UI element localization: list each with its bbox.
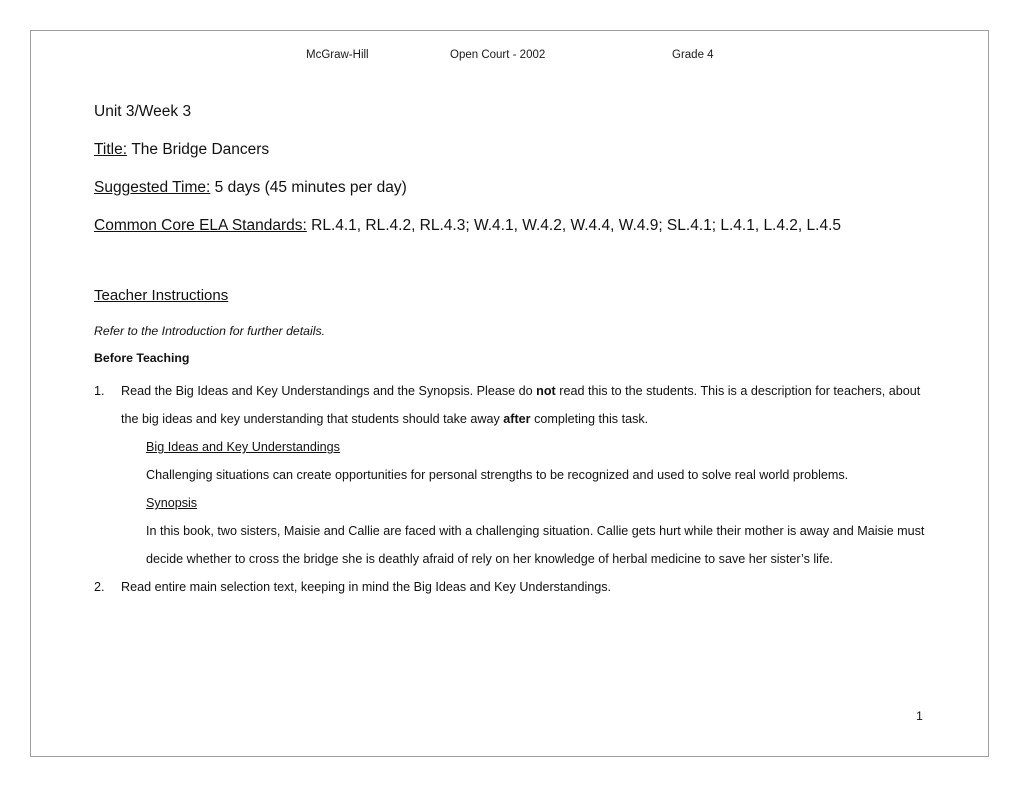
big-ideas-text: Challenging situations can create opport… xyxy=(146,468,849,482)
big-ideas-label: Big Ideas and Key Understandings xyxy=(146,440,340,454)
header-program: Open Court - 2002 xyxy=(450,49,546,61)
step-bold-after: after xyxy=(503,412,531,426)
standards-value: RL.4.1, RL.4.2, RL.4.3; W.4.1, W.4.2, W.… xyxy=(311,217,842,234)
synopsis-text: In this book, two sisters, Maisie and Ca… xyxy=(146,524,925,566)
list-item: 1. Read the Big Ideas and Key Understand… xyxy=(94,377,929,573)
step-number: 2. xyxy=(94,580,105,594)
before-teaching-label: Before Teaching xyxy=(94,351,190,365)
step-bold-not: not xyxy=(536,384,556,398)
suggested-time-line: Suggested Time: 5 days (45 minutes per d… xyxy=(94,169,929,207)
header-grade: Grade 4 xyxy=(672,49,714,61)
title-value: The Bridge Dancers xyxy=(131,141,270,158)
refer-note: Refer to the Introduction for further de… xyxy=(94,324,326,338)
unit-week-line: Unit 3/Week 3 xyxy=(94,93,929,131)
document-page: McGraw-Hill Open Court - 2002 Grade 4 Un… xyxy=(30,30,989,757)
unit-week-text: Unit 3/Week 3 xyxy=(94,103,192,120)
synopsis-label: Synopsis xyxy=(146,496,198,510)
step-text: Read entire main selection text, keeping… xyxy=(121,580,612,594)
step-text-part-3: completing this task. xyxy=(530,412,649,426)
step-number: 1. xyxy=(94,384,105,398)
title-line: Title: The Bridge Dancers xyxy=(94,131,929,169)
suggested-time-label: Suggested Time: xyxy=(94,179,211,196)
step-text-part-1: Read the Big Ideas and Key Understanding… xyxy=(121,384,537,398)
list-item: 2. Read entire main selection text, keep… xyxy=(94,573,929,601)
step-text: Read the Big Ideas and Key Understanding… xyxy=(121,377,929,433)
document-body: Unit 3/Week 3 Title: The Bridge Dancers … xyxy=(94,93,929,601)
header-publisher: McGraw-Hill xyxy=(306,49,369,61)
standards-line: Common Core ELA Standards: RL.4.1, RL.4.… xyxy=(94,207,929,245)
teacher-steps-list: 1. Read the Big Ideas and Key Understand… xyxy=(94,377,929,601)
standards-label: Common Core ELA Standards: xyxy=(94,217,307,234)
big-ideas-synopsis-block: Big Ideas and Key Understandings Challen… xyxy=(146,433,929,573)
title-label: Title: xyxy=(94,141,128,158)
suggested-time-value: 5 days (45 minutes per day) xyxy=(214,179,407,196)
page-number: 1 xyxy=(916,709,923,723)
teacher-instructions-heading: Teacher Instructions xyxy=(94,287,229,304)
